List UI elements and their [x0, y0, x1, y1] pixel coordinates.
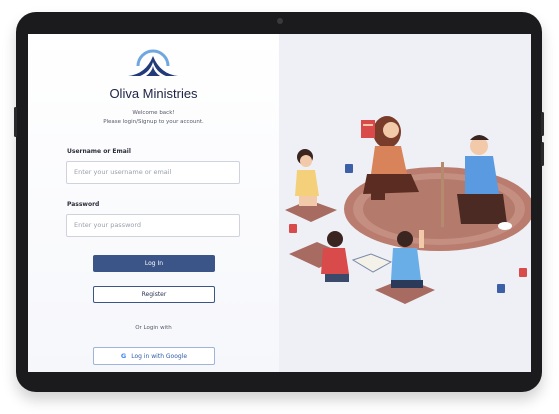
screen: Oliva Ministries Welcome back! Please lo… — [28, 34, 531, 372]
camera-icon — [277, 18, 283, 24]
side-button — [541, 142, 544, 166]
or-login-text: Or Login with — [135, 325, 172, 331]
password-label: Password — [67, 201, 100, 208]
side-button — [14, 107, 17, 137]
login-button[interactable]: Log In — [93, 255, 215, 272]
side-button — [541, 112, 544, 136]
mountain-arch-logo-icon — [128, 49, 178, 76]
welcome-text: Welcome back! Please login/Signup to you… — [28, 109, 279, 127]
login-panel: Oliva Ministries Welcome back! Please lo… — [28, 34, 279, 372]
welcome-line: Welcome back! — [132, 110, 175, 116]
instruction-line: Please login/Signup to your account. — [103, 119, 204, 125]
google-icon: G — [120, 352, 127, 360]
google-button-label: Log in with Google — [131, 353, 188, 360]
google-login-button[interactable]: G Log in with Google — [93, 347, 215, 365]
brand-name: Oliva Ministries — [109, 86, 198, 101]
family-reading-illustration-icon — [285, 116, 531, 304]
tablet-frame: Oliva Ministries Welcome back! Please lo… — [14, 12, 544, 392]
register-button[interactable]: Register — [93, 286, 215, 303]
illustration-panel — [279, 34, 531, 372]
password-input[interactable]: Enter your password — [66, 214, 240, 237]
username-label: Username or Email — [67, 148, 131, 155]
username-input[interactable]: Enter your username or email — [66, 161, 240, 184]
